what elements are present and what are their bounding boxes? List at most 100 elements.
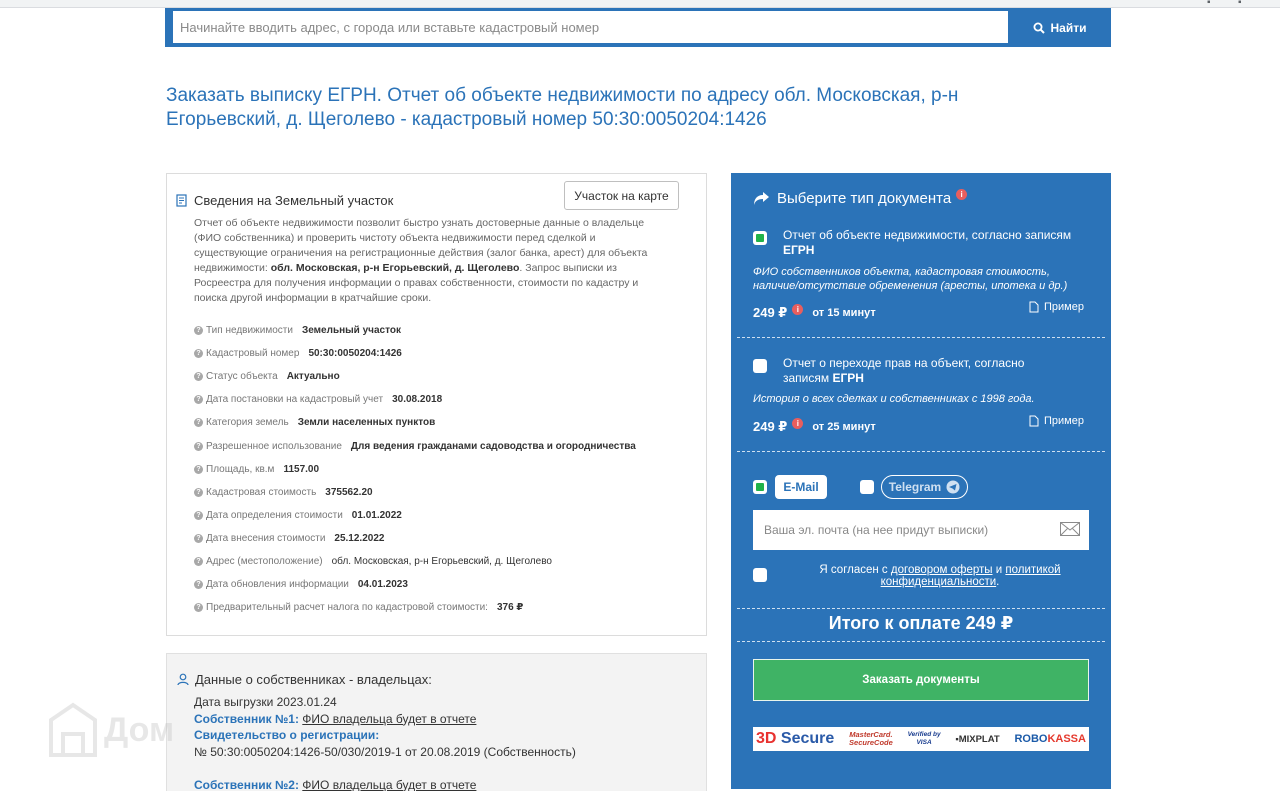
telegram-label: Telegram xyxy=(888,480,942,494)
help-icon[interactable]: ? xyxy=(194,533,203,543)
securecode-text: SecureCode xyxy=(849,738,893,747)
doc2-title: Отчет о переходе прав на объект, согласн… xyxy=(783,356,1063,386)
envelope-icon xyxy=(1060,522,1080,536)
help-icon[interactable]: ? xyxy=(194,326,203,336)
property-value: Актуально xyxy=(286,371,340,383)
3d-secure-logo: 3D Secure xyxy=(756,730,834,748)
description-address: обл. Московская, р-н Егорьевский, д. Щег… xyxy=(270,262,520,274)
pdf-icon xyxy=(1029,301,1039,313)
owners-card: Данные о собственниках - владельцах: Дат… xyxy=(166,653,707,791)
property-row: ? Предварительный расчет налога по кадаст… xyxy=(194,596,694,619)
owners-body: Дата выгрузки 2023.01.24 Собственник №1:… xyxy=(194,694,576,791)
help-icon[interactable]: ? xyxy=(194,603,203,613)
property-value: 376 ₽ xyxy=(496,602,524,614)
property-value: Земельный участок xyxy=(301,325,401,337)
help-icon[interactable]: ? xyxy=(194,418,203,428)
property-row: ? Дата постановки на кадастровый учет 30.0… xyxy=(194,388,694,411)
property-value: Для ведения гражданами садоводства и ого… xyxy=(350,440,636,452)
land-info-card: Сведения на Земельный участок Участок на… xyxy=(166,173,707,636)
telegram-icon xyxy=(946,480,960,494)
search-icon xyxy=(1033,22,1045,34)
3d-secure-prefix: 3D xyxy=(756,730,777,747)
help-icon[interactable]: ? xyxy=(194,441,203,451)
help-icon[interactable]: ? xyxy=(194,349,203,359)
doc2-example-link[interactable]: Пример xyxy=(1029,415,1084,427)
certificate-value: № 50:30:0050204:1426-50/030/2019-1 от 20… xyxy=(194,744,576,759)
owner-link[interactable]: ФИО владельца будет в отчете xyxy=(302,778,476,791)
pdf-icon xyxy=(1029,415,1039,427)
doc1-term: от 15 минут xyxy=(812,307,876,319)
agree-checkbox[interactable] xyxy=(753,568,767,582)
doc1-title-egrn: ЕГРН xyxy=(783,243,815,257)
visa-text: VISA xyxy=(916,739,932,746)
watermark-text: Дом xyxy=(104,710,175,749)
property-label: Дата внесения стоимости xyxy=(206,532,326,544)
property-row: ? Кадастровый номер 50:30:0050204:1426 xyxy=(194,342,694,365)
doc2-term: от 25 минут xyxy=(812,421,876,433)
doc1-price-value: 249 ₽ xyxy=(753,305,788,320)
divider xyxy=(737,337,1105,338)
owners-title: Данные о собственниках - владельцах: xyxy=(195,672,432,687)
info-icon[interactable]: i xyxy=(956,189,968,200)
land-card-description: Отчет об объекте недвижимости позволит б… xyxy=(194,216,664,306)
order-panel-header: Выберите тип документа i xyxy=(753,189,968,207)
land-card-header: Сведения на Земельный участок xyxy=(176,193,393,208)
offer-link[interactable]: договором оферты xyxy=(891,564,993,576)
doc1-title: Отчет об объекте недвижимости, согласно … xyxy=(783,228,1095,258)
property-row: ? Адрес (местоположение) обл. Московская, … xyxy=(194,550,694,573)
telegram-channel-button[interactable]: Telegram xyxy=(881,475,968,499)
property-label: Категория земель xyxy=(206,417,289,429)
email-channel-button[interactable]: E-Mail xyxy=(775,475,827,499)
order-documents-button[interactable]: Заказать документы xyxy=(753,659,1089,701)
property-value: 1157.00 xyxy=(283,463,320,475)
help-icon[interactable]: ? xyxy=(194,580,203,590)
browser-top-strip: ▪ ▪ xyxy=(0,0,1280,8)
search-button[interactable]: Найти xyxy=(1008,8,1111,47)
help-icon[interactable]: ? xyxy=(194,487,203,497)
property-row: ? Дата определения стоимости 01.01.2022 xyxy=(194,504,694,527)
property-value: 375562.20 xyxy=(325,486,373,498)
doc2-checkbox[interactable] xyxy=(753,359,767,373)
doc2-title-egrn: ЕГРН xyxy=(832,371,864,385)
doc2-description: История о всех сделках и собственниках с… xyxy=(753,393,1035,405)
property-value: 04.01.2023 xyxy=(357,579,408,591)
browser-extension-icon[interactable]: ▪ xyxy=(1207,0,1211,8)
property-row: ? Разрешенное использование Для ведения гр… xyxy=(194,434,694,457)
property-value: 25.12.2022 xyxy=(334,532,385,544)
email-channel-checkbox[interactable] xyxy=(753,480,767,494)
map-button[interactable]: Участок на карте xyxy=(564,181,679,210)
property-value: 50:30:0050204:1426 xyxy=(308,348,402,360)
property-row: ? Дата обновления информации 04.01.2023 xyxy=(194,573,694,596)
telegram-channel-checkbox[interactable] xyxy=(860,480,874,494)
info-icon[interactable]: i xyxy=(792,417,804,429)
doc1-checkbox[interactable] xyxy=(753,231,767,245)
document-icon xyxy=(176,194,187,207)
property-value: Земли населенных пунктов xyxy=(297,417,436,429)
land-card-title: Сведения на Земельный участок xyxy=(194,193,394,208)
help-icon[interactable]: ? xyxy=(194,556,203,566)
doc2-example-label: Пример xyxy=(1044,415,1084,427)
property-label: Дата постановки на кадастровый учет xyxy=(206,394,384,406)
owner-label: Собственник №1: xyxy=(194,711,299,726)
house-logo-icon xyxy=(49,702,97,757)
doc1-price: 249 ₽ i от 15 минут xyxy=(753,303,876,321)
3d-secure-word: Secure xyxy=(780,730,835,747)
help-icon[interactable]: ? xyxy=(194,464,203,474)
owner-link[interactable]: ФИО владельца будет в отчете xyxy=(302,712,476,726)
browser-extension-icon[interactable]: ▪ xyxy=(1238,0,1242,8)
search-input[interactable] xyxy=(173,11,1009,43)
info-icon[interactable]: i xyxy=(792,303,804,315)
mastercard-securecode-logo: MasterCard. SecureCode xyxy=(849,731,893,747)
agree-text: и xyxy=(992,564,1006,576)
doc1-description: ФИО собственников объекта, кадастровая с… xyxy=(753,266,1068,292)
help-icon[interactable]: ? xyxy=(194,510,203,520)
email-input[interactable] xyxy=(753,510,1089,550)
robo-text: ROBO xyxy=(1014,733,1048,745)
help-icon[interactable]: ? xyxy=(194,372,203,382)
payment-logos: 3D Secure MasterCard. SecureCode Verified… xyxy=(753,727,1089,751)
verified-by-text: Verified by xyxy=(907,731,941,738)
doc1-example-link[interactable]: Пример xyxy=(1029,301,1084,313)
mixplat-text: MIXPLAT xyxy=(958,733,1000,745)
help-icon[interactable]: ? xyxy=(194,395,203,405)
